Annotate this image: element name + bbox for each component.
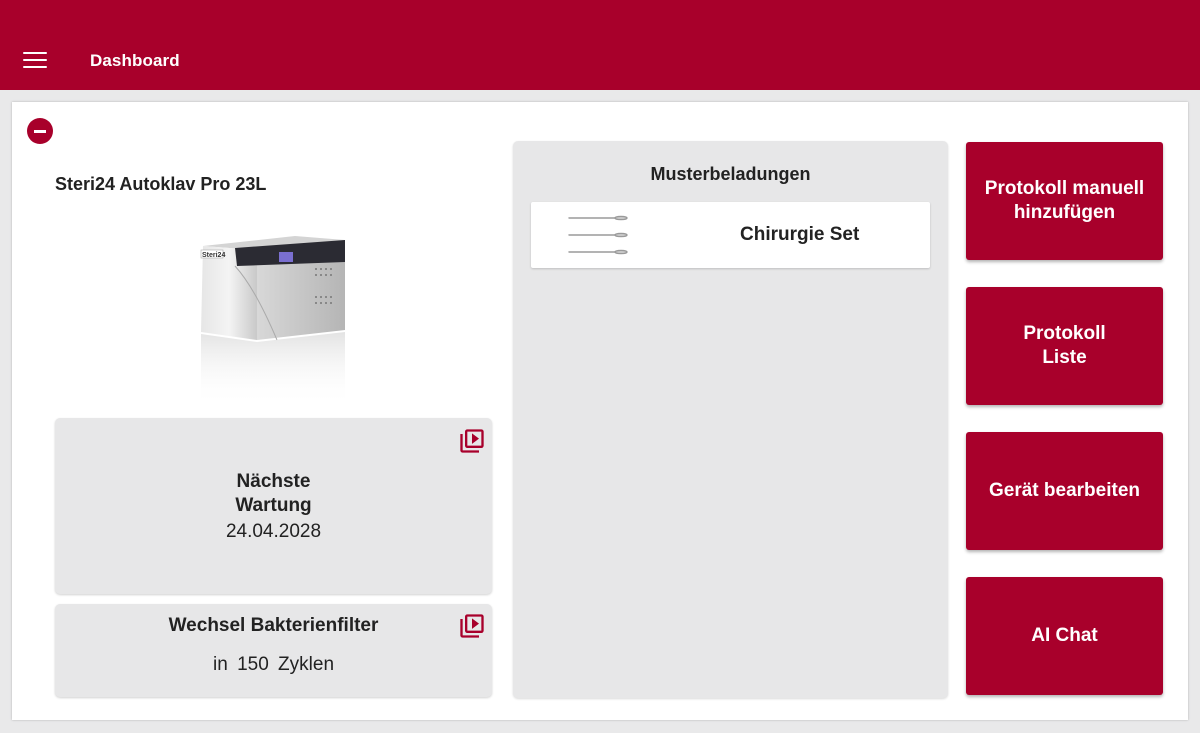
maintenance-date: 24.04.2028 [225,521,322,542]
maintenance-card[interactable]: Nächste Wartung 24.04.2028 [55,418,492,594]
filter-title: Wechsel Bakterienfilter [168,615,379,636]
sample-loads-panel: Musterbeladungen Chirurgie Set [513,141,948,698]
video-library-icon[interactable] [458,427,486,455]
protocol-list-label-line2: Liste [1042,347,1087,368]
brand-label: Steri24 [202,252,225,259]
edit-device-label: Gerät bearbeiten [989,480,1140,501]
add-protocol-manually-button[interactable]: Protokoll manuell hinzufügen [966,142,1163,260]
minus-circle-icon[interactable] [27,118,53,144]
protocol-list-button[interactable]: Protokoll Liste [966,287,1163,405]
filter-count: 150 [237,654,269,675]
sample-loads-title: Musterbeladungen [650,164,811,184]
device-name: Steri24 Autoklav Pro 23L [55,174,267,194]
filter-cycles: in 150 Zyklen [55,654,492,676]
autoclave-image: Steri24 [200,236,345,406]
filter-unit: Zyklen [278,654,335,675]
protocol-list-label-line1: Protokoll [1023,323,1106,344]
edit-device-button[interactable]: Gerät bearbeiten [966,432,1163,550]
ai-chat-label: AI Chat [1031,625,1098,646]
add-protocol-label-line2: hinzufügen [1013,202,1116,223]
add-protocol-label-line1: Protokoll manuell [984,178,1145,199]
maintenance-title-line1: Nächste [236,471,311,492]
surgical-instruments-icon [568,215,628,255]
ai-chat-button[interactable]: AI Chat [966,577,1163,695]
hamburger-menu-icon[interactable] [20,48,50,72]
maintenance-title-line2: Wartung [235,495,312,516]
filter-prefix: in [212,654,228,675]
app-bar: Dashboard [0,0,1200,90]
sample-item-label: Chirurgie Set [740,224,860,245]
filter-card[interactable]: Wechsel Bakterienfilter in 150 Zyklen [55,604,492,697]
page-title: Dashboard [90,51,180,70]
sample-item-chirurgie-set[interactable]: Chirurgie Set [531,202,930,268]
